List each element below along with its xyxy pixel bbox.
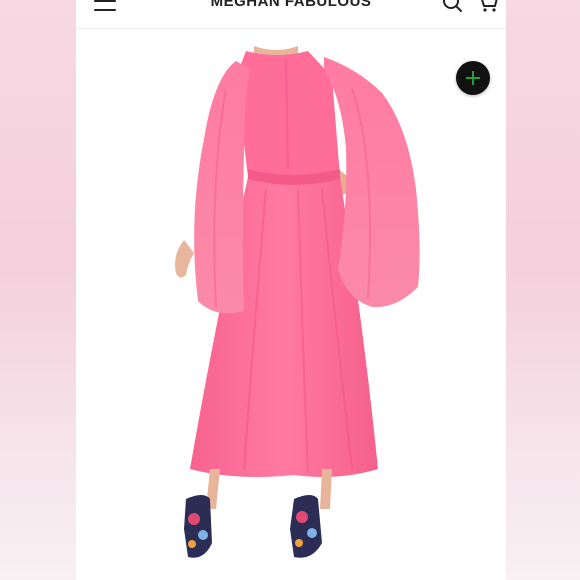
site-header: MEGHAN FABULOUS xyxy=(76,0,506,29)
product-card: MEGHAN FABULOUS xyxy=(76,0,506,580)
right-shoe xyxy=(290,495,322,558)
product-photo xyxy=(76,29,506,580)
cart-icon[interactable] xyxy=(476,0,500,14)
blurred-background-left xyxy=(0,0,76,580)
dress-illustration xyxy=(175,46,420,558)
zoom-button[interactable] xyxy=(456,61,490,95)
blurred-background-right xyxy=(506,0,580,580)
plus-icon xyxy=(466,71,480,85)
search-icon[interactable] xyxy=(442,0,464,14)
left-shoe xyxy=(184,495,212,558)
